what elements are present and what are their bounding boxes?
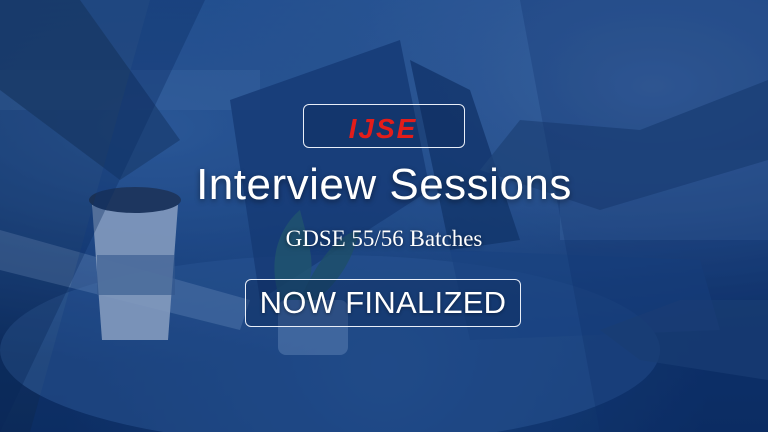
background-photo: [0, 0, 768, 432]
ijse-logo-text: IJSE: [349, 113, 418, 144]
status-label: NOW FINALIZED: [259, 285, 507, 320]
status-badge: NOW FINALIZED: [245, 279, 521, 327]
batch-subtitle: GDSE 55/56 Batches: [285, 226, 483, 251]
logo-frame: IJSE: [303, 104, 465, 148]
ijse-logo: IJSE: [349, 113, 418, 144]
page-title: Interview Sessions: [196, 160, 572, 209]
announcement-banner: IJSE Interview Sessions GDSE 55/56 Batch…: [0, 0, 768, 432]
